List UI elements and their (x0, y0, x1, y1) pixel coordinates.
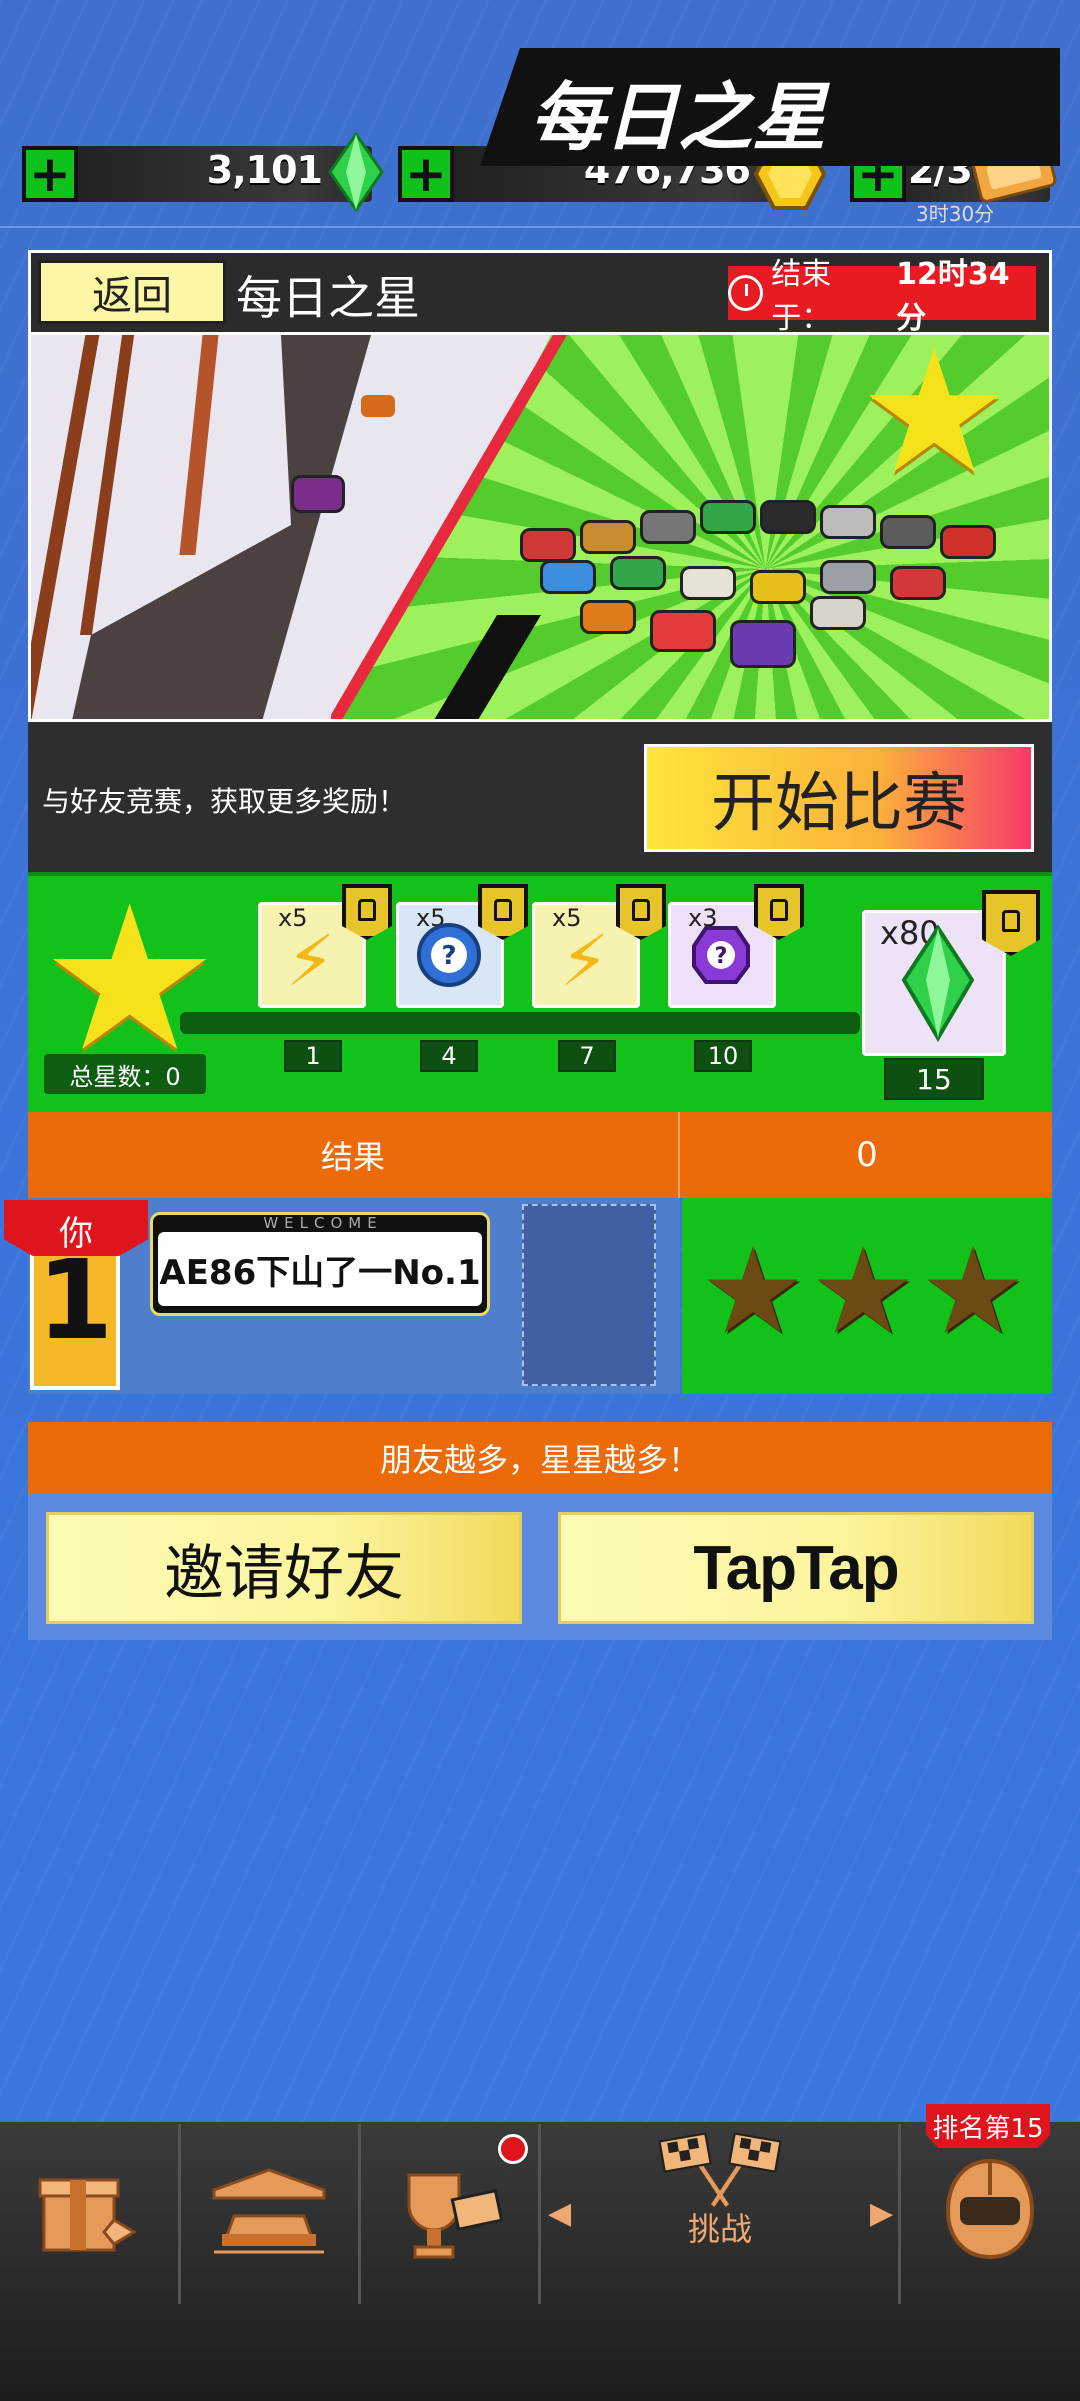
notification-dot (498, 2134, 528, 2164)
chevron-right-icon[interactable]: ▶ (870, 2196, 893, 2231)
banner-title: 每日之星 (530, 75, 826, 161)
gem-icon (901, 924, 975, 1042)
lightning-icon: ⚡ (560, 920, 610, 1002)
rival-car (361, 395, 395, 417)
car (940, 525, 996, 559)
mystery-gem-icon: ? (692, 926, 750, 984)
add-coins-button[interactable]: + (398, 146, 454, 202)
back-button[interactable]: 返回 (38, 260, 226, 324)
reward-level: 15 (884, 1058, 984, 1100)
star-icon: ★ (700, 1222, 806, 1360)
car (750, 570, 806, 604)
invite-friends-button[interactable]: 邀请好友 (46, 1512, 522, 1624)
result-label: 结果 (28, 1112, 680, 1198)
car (760, 500, 816, 534)
car (880, 515, 936, 549)
result-value: 0 (856, 1135, 878, 1175)
car (810, 596, 866, 630)
car (580, 520, 636, 554)
nav-shop[interactable] (0, 2150, 178, 2270)
nav-challenge-label: 挑战 (687, 2210, 752, 2248)
nav-challenge[interactable]: 挑战 (580, 2130, 860, 2250)
car (540, 560, 596, 594)
mystery-box-icon: ? (417, 923, 481, 987)
you-badge: 你 (4, 1200, 148, 1256)
reward-level: 10 (694, 1040, 752, 1072)
car (640, 510, 696, 544)
svg-text:?: ? (441, 941, 456, 971)
event-timer: 结束于： 12时34分 (728, 257, 1036, 336)
lightning-icon: ⚡ (286, 920, 336, 1002)
race-prompt: 与好友竞赛，获取更多奖励！ (42, 785, 407, 818)
player-car (291, 475, 345, 513)
reward-level: 1 (284, 1040, 342, 1072)
page-title: 每日之星 (236, 271, 420, 325)
total-stars: 总星数：0 (44, 1054, 206, 1094)
car (580, 600, 636, 634)
nav-divider (538, 2124, 541, 2304)
shop-icon (38, 2178, 137, 2252)
car (650, 610, 716, 652)
helmet-icon (945, 2158, 1035, 2260)
total-star-icon: ★ (40, 863, 220, 1096)
rank-badge: 排名第15 (926, 2104, 1050, 2148)
car (890, 566, 946, 600)
progress-track (180, 1012, 860, 1034)
empty-car-slot[interactable] (522, 1204, 656, 1386)
garage-icon (212, 2168, 326, 2254)
nav-profile[interactable] (900, 2150, 1080, 2270)
player-name: AE86下山了一No.1 (158, 1232, 482, 1306)
star-icon: ★ (920, 1222, 1026, 1360)
car (680, 566, 736, 600)
car (610, 556, 666, 590)
car (700, 500, 756, 534)
reward-level: 4 (420, 1040, 478, 1072)
trophy-icon (407, 2173, 504, 2259)
svg-text:?: ? (715, 944, 728, 969)
car (820, 560, 876, 594)
taptap-button[interactable]: TapTap (558, 1512, 1034, 1624)
checkered-flags-icon (658, 2132, 782, 2207)
divider (0, 226, 1080, 228)
nav-events[interactable] (360, 2150, 538, 2270)
nav-garage[interactable] (180, 2150, 358, 2270)
add-gems-button[interactable]: + (22, 146, 78, 202)
star-icon: ★ (810, 1222, 916, 1360)
friends-banner: 朋友越多，星星越多！ (28, 1422, 1052, 1494)
car (730, 620, 796, 668)
gem-icon (328, 132, 384, 212)
start-race-button[interactable]: 开始比赛 (644, 744, 1034, 852)
car (820, 505, 876, 539)
banner-star-icon: ★ (858, 314, 1011, 512)
chevron-left-icon[interactable]: ◀ (548, 2196, 571, 2231)
plate-header: WELCOME (263, 1214, 383, 1232)
gems-value: 3,101 (206, 148, 323, 192)
car (520, 528, 576, 562)
clock-icon (728, 275, 764, 311)
reward-level: 7 (558, 1040, 616, 1072)
